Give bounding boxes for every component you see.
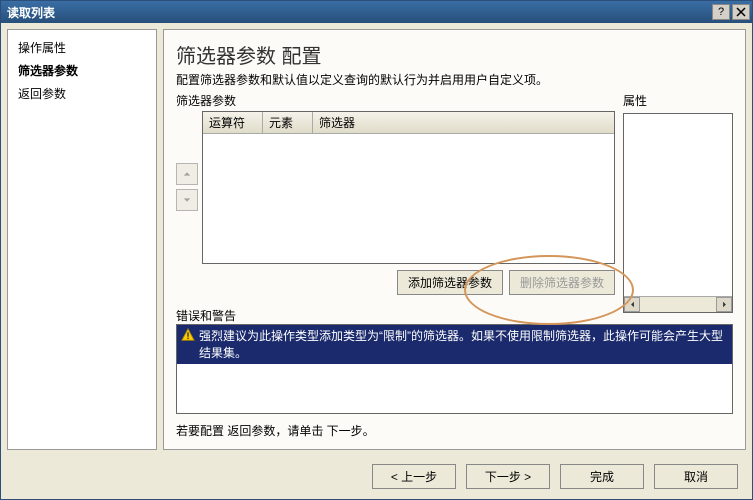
nav-item-operation-props[interactable]: 操作属性 <box>12 36 152 59</box>
chevron-right-icon <box>721 301 728 308</box>
dialog-footer: < 上一步 下一步 > 完成 取消 <box>1 456 752 499</box>
dialog-body: 操作属性 筛选器参数 返回参数 筛选器参数 配置 配置筛选器参数和默认值以定义查… <box>1 23 752 456</box>
properties-scrollbar[interactable] <box>624 296 732 312</box>
finish-button[interactable]: 完成 <box>560 464 644 489</box>
properties-label: 属性 <box>623 92 733 109</box>
help-button[interactable]: ? <box>712 4 730 20</box>
errors-warnings-box[interactable]: 强烈建议为此操作类型添加类型为“限制”的筛选器。如果不使用限制筛选器，此操作可能… <box>176 324 733 414</box>
nav-item-filter-params[interactable]: 筛选器参数 <box>12 59 152 82</box>
main-panel: 筛选器参数 配置 配置筛选器参数和默认值以定义查询的默认行为并启用用户自定义项。… <box>163 29 746 450</box>
move-down-button[interactable] <box>176 189 198 211</box>
dialog-window: 读取列表 ? 操作属性 筛选器参数 返回参数 筛选器参数 配置 配置筛选器参数和… <box>0 0 753 500</box>
properties-box[interactable] <box>623 113 733 313</box>
add-filter-param-button[interactable]: 添加筛选器参数 <box>397 270 503 295</box>
delete-filter-param-button: 删除筛选器参数 <box>509 270 615 295</box>
cancel-button[interactable]: 取消 <box>654 464 738 489</box>
warning-text: 强烈建议为此操作类型添加类型为“限制”的筛选器。如果不使用限制筛选器，此操作可能… <box>199 328 728 362</box>
next-button[interactable]: 下一步 > <box>466 464 550 489</box>
filter-button-row: 添加筛选器参数 删除筛选器参数 <box>176 264 615 303</box>
col-element[interactable]: 元素 <box>263 112 313 133</box>
hint-text: 若要配置 返回参数，请单击 下一步。 <box>176 414 733 439</box>
page-title: 筛选器参数 配置 <box>176 40 733 69</box>
close-icon <box>736 7 746 17</box>
chevron-up-icon <box>183 170 191 178</box>
titlebar-title: 读取列表 <box>7 4 712 21</box>
filter-grid[interactable]: 运算符 元素 筛选器 <box>202 111 615 264</box>
filter-params-label: 筛选器参数 <box>176 92 615 109</box>
scroll-left-button[interactable] <box>624 297 640 312</box>
reorder-buttons <box>176 111 198 264</box>
warning-row[interactable]: 强烈建议为此操作类型添加类型为“限制”的筛选器。如果不使用限制筛选器，此操作可能… <box>177 325 732 365</box>
filter-column: 筛选器参数 运算符 元素 筛选器 <box>176 92 615 303</box>
page-description: 配置筛选器参数和默认值以定义查询的默认行为并启用用户自定义项。 <box>176 71 733 88</box>
chevron-left-icon <box>629 301 636 308</box>
warning-icon <box>181 328 195 342</box>
properties-column: 属性 <box>623 92 733 303</box>
move-up-button[interactable] <box>176 163 198 185</box>
help-icon: ? <box>718 6 724 18</box>
col-filter[interactable]: 筛选器 <box>313 112 614 133</box>
config-row: 筛选器参数 运算符 元素 筛选器 <box>176 92 733 303</box>
col-operator[interactable]: 运算符 <box>203 112 263 133</box>
chevron-down-icon <box>183 196 191 204</box>
close-button[interactable] <box>732 4 750 20</box>
filter-area: 运算符 元素 筛选器 <box>176 111 615 264</box>
prev-button[interactable]: < 上一步 <box>372 464 456 489</box>
scroll-right-button[interactable] <box>716 297 732 312</box>
titlebar: 读取列表 ? <box>1 1 752 23</box>
nav-panel: 操作属性 筛选器参数 返回参数 <box>7 29 157 450</box>
titlebar-buttons: ? <box>712 4 750 20</box>
grid-header: 运算符 元素 筛选器 <box>203 112 614 134</box>
nav-item-return-params[interactable]: 返回参数 <box>12 82 152 105</box>
